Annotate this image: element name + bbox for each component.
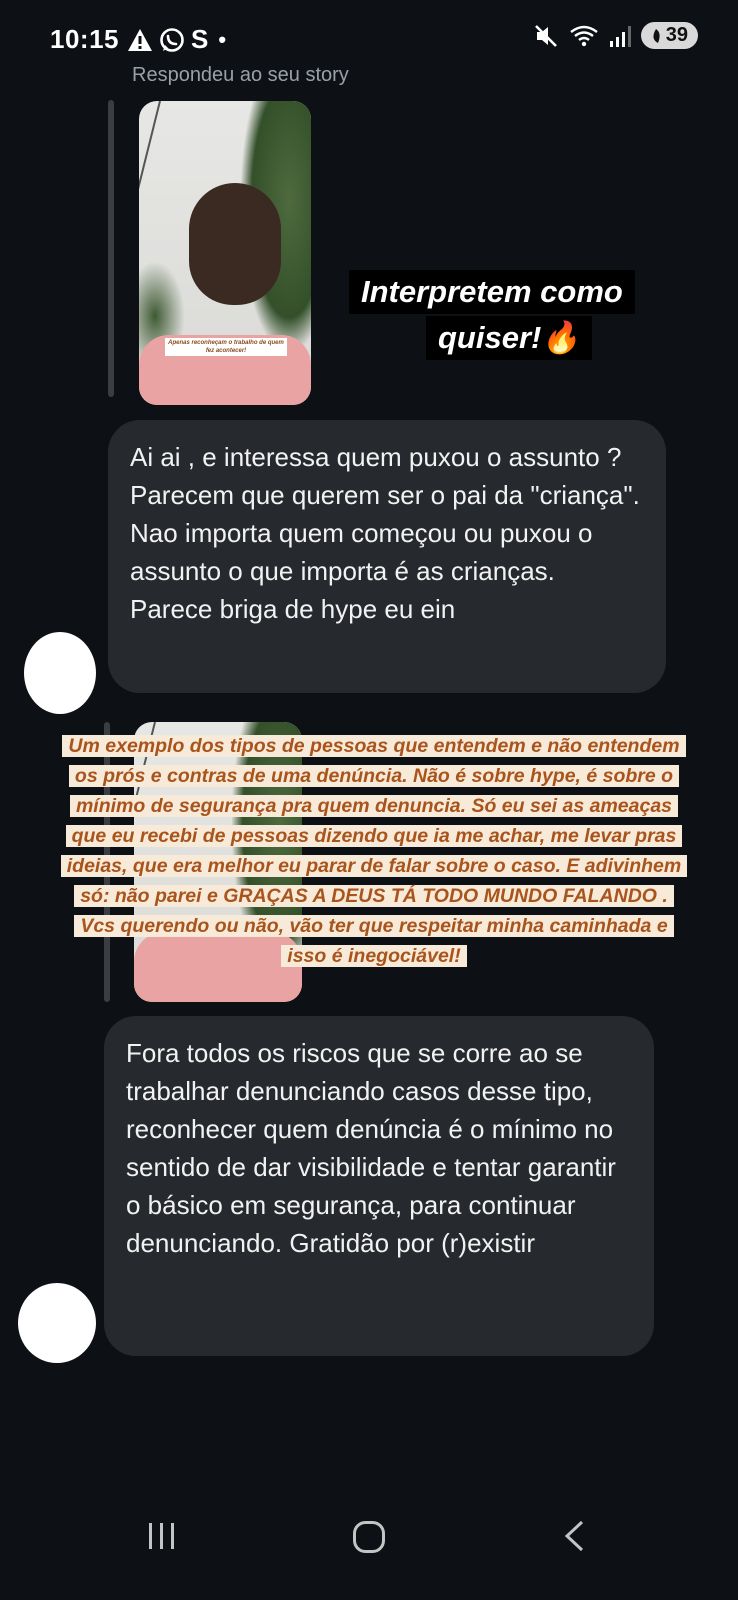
warning-icon [128,28,152,51]
story-caption: Apenas reconheçam o trabalho de quem fez… [165,338,287,356]
battery-saver-icon [653,28,660,43]
message-bubble[interactable]: Ai ai , e interessa quem puxou o assunto… [108,420,666,693]
story-thumbnail[interactable]: Apenas reconheçam o trabalho de quem fez… [139,101,311,405]
navigation-bar [0,1490,738,1600]
clock: 10:15 [50,24,119,54]
message-text: Ai ai , e interessa quem puxou o assunto… [130,442,640,624]
status-bar: 10:15 S • 39 [0,0,738,80]
mute-icon [534,24,557,47]
message-text: Fora todos os riscos que se corre ao se … [126,1038,616,1258]
message-bubble[interactable]: Fora todos os riscos que se corre ao se … [104,1016,654,1356]
story-sticker-line2: quiser!🔥 [426,316,592,360]
battery-level: 39 [665,24,688,46]
signal-icon [609,25,631,47]
whatsapp-icon [160,27,184,52]
system-icons: 39 [533,22,698,49]
avatar[interactable] [24,632,96,714]
story-text-overlay: Um exemplo dos tipos de pessoas que ente… [60,731,688,971]
avatar[interactable] [18,1283,96,1363]
wifi-icon [570,25,598,46]
recents-button[interactable] [146,1520,178,1552]
reply-label: Respondeu ao seu story [132,64,349,86]
more-notifications-dot: • [218,26,227,52]
s-app-icon: S [191,24,209,54]
person-photo [189,183,281,305]
battery-indicator: 39 [640,22,698,49]
back-button[interactable] [562,1520,586,1552]
story-sticker-line1: Interpretem como [349,270,635,314]
story-reply-line [108,100,114,397]
notification-icons: S • [127,24,226,55]
home-button[interactable] [352,1520,386,1554]
